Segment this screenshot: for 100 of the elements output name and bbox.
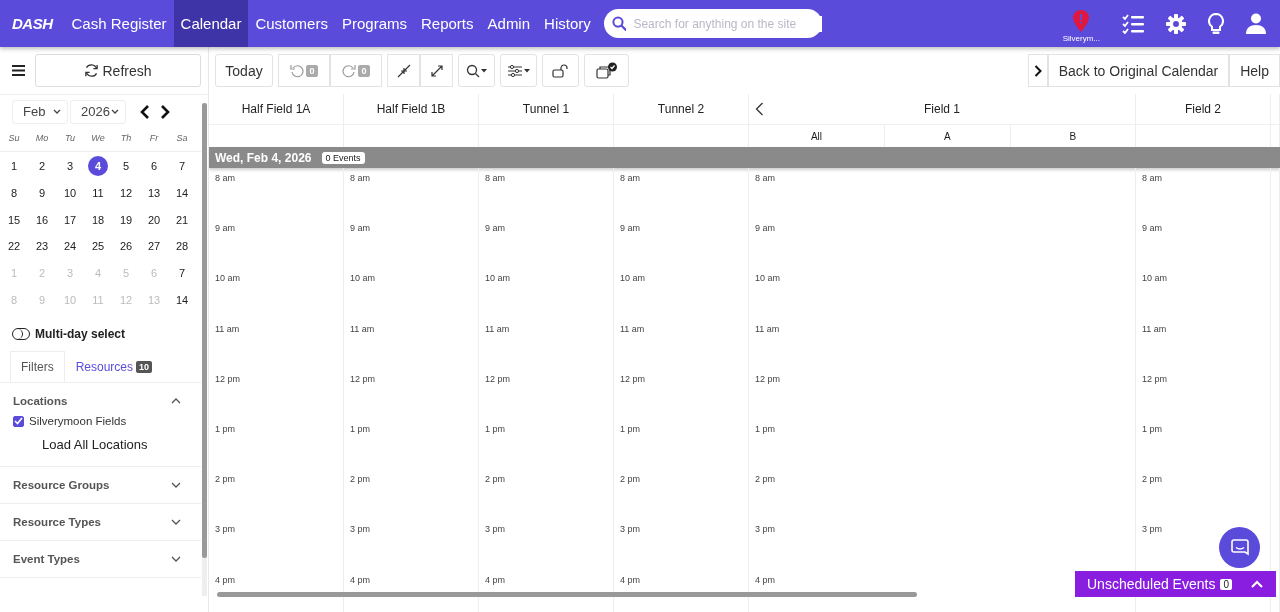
calendar-day[interactable]: 7: [168, 153, 196, 180]
calendar-day[interactable]: 14: [168, 179, 196, 207]
time-label: 9 am: [485, 223, 505, 234]
back-to-original-calendar-button[interactable]: Back to Original Calendar: [1047, 54, 1230, 87]
calendar-day[interactable]: 21: [168, 206, 196, 234]
calendar-day[interactable]: 19: [112, 206, 140, 234]
time-label: 10 am: [1142, 273, 1167, 284]
calendar-day[interactable]: 26: [112, 233, 140, 260]
next-month-icon[interactable]: [160, 104, 170, 119]
time-label: 1 pm: [620, 423, 640, 434]
settings-icon[interactable]: [1166, 13, 1186, 34]
chevron-up-icon: [1251, 580, 1263, 588]
tab[interactable]: Filters: [10, 351, 65, 383]
month-select[interactable]: Feb: [12, 99, 68, 124]
weekday-label: Th: [119, 133, 133, 143]
collapse-button[interactable]: [387, 54, 420, 87]
nav-link[interactable]: History: [537, 0, 598, 47]
time-label: 9 am: [620, 223, 640, 234]
time-label: 12 pm: [215, 373, 240, 384]
scrollbar[interactable]: [202, 103, 207, 596]
lightbulb-icon[interactable]: [1208, 12, 1224, 35]
logo[interactable]: DASH: [0, 15, 65, 32]
calendar-day[interactable]: 20: [140, 206, 168, 234]
checklist-icon[interactable]: [1122, 13, 1144, 34]
magnifier-caret-icon: [465, 63, 488, 78]
time-label: 1 pm: [350, 423, 370, 434]
time-label: 8 am: [620, 173, 640, 183]
location-button[interactable]: Silverym...: [1062, 10, 1100, 43]
nav-link[interactable]: Admin: [480, 0, 538, 47]
calendar-day[interactable]: 24: [56, 233, 84, 260]
calendar-day[interactable]: 12: [112, 179, 140, 207]
time-label: 11 am: [1142, 323, 1167, 334]
calendar-day[interactable]: 18: [84, 206, 112, 234]
refresh-button[interactable]: Refresh: [35, 54, 201, 87]
menu-icon[interactable]: [12, 65, 25, 76]
calendar-day[interactable]: 25: [84, 233, 112, 260]
nav-link[interactable]: Calendar: [173, 0, 249, 47]
resource-column-header: Field 2: [1185, 102, 1221, 116]
calendar-day[interactable]: 6: [140, 153, 168, 180]
chevron-down-icon: [53, 109, 61, 114]
calendar-day[interactable]: 22: [0, 233, 28, 260]
filter-section-header[interactable]: Resource Groups: [0, 467, 201, 504]
time-label: 2 pm: [1142, 474, 1162, 485]
expand-button[interactable]: [420, 54, 453, 87]
calendar-day[interactable]: 17: [56, 206, 84, 234]
filter-section-header[interactable]: Resource Types: [0, 504, 201, 541]
time-label: 2 pm: [350, 474, 370, 485]
time-label: 9 am: [755, 223, 775, 234]
calendar-day[interactable]: 23: [28, 233, 56, 260]
time-label: 3 pm: [215, 524, 235, 535]
previous-resource-icon[interactable]: [755, 102, 764, 116]
expand-arrows-icon: [429, 63, 444, 78]
resource-column-header: Half Field 1A: [241, 102, 311, 116]
calendar-day[interactable]: 11: [84, 179, 112, 207]
search-field[interactable]: Search for anything on the site: [603, 9, 822, 38]
zoom-dropdown-button[interactable]: [458, 54, 495, 87]
time-label: 3 pm: [350, 524, 370, 535]
calendar-day[interactable]: 2: [28, 153, 56, 180]
time-label: 4 pm: [620, 574, 640, 585]
lock-button[interactable]: [542, 54, 579, 87]
time-label: 10 am: [755, 273, 780, 284]
calendar-day[interactable]: 9: [28, 179, 56, 207]
expand-panel-button[interactable]: [1027, 54, 1048, 87]
calendar-day[interactable]: 16: [28, 206, 56, 234]
previous-month-icon[interactable]: [140, 104, 150, 119]
time-label: 4 pm: [350, 574, 370, 585]
chat-bubble-icon: [1230, 538, 1249, 557]
time-label: 3 pm: [620, 524, 640, 535]
unscheduled-events-button[interactable]: Unscheduled Events 0: [1075, 571, 1276, 597]
calendar-day[interactable]: 1: [0, 153, 28, 180]
chevron-icon: [171, 398, 181, 405]
nav-link[interactable]: Reports: [414, 0, 481, 47]
checkbox[interactable]: [13, 415, 24, 427]
calendar-day[interactable]: 10: [56, 179, 84, 207]
redo-icon: [342, 63, 357, 78]
filter-section-header[interactable]: Event Types: [0, 541, 201, 578]
calendar-day[interactable]: 28: [168, 233, 196, 260]
chat-button[interactable]: [1219, 527, 1260, 568]
tab[interactable]: Resources 10: [64, 351, 164, 383]
year-select[interactable]: 2026: [70, 99, 126, 124]
calendar-day[interactable]: 13: [140, 179, 168, 207]
layers-button[interactable]: [584, 54, 629, 87]
calendar-day[interactable]: 4: [88, 156, 108, 176]
map-pin-icon: [1073, 10, 1090, 32]
nav-link[interactable]: Customers: [248, 0, 335, 47]
calendar-day[interactable]: 3: [56, 153, 84, 180]
nav-link[interactable]: Programs: [334, 0, 414, 47]
today-button[interactable]: Today: [215, 54, 273, 87]
calendar-day[interactable]: 5: [112, 153, 140, 180]
calendar-day[interactable]: 15: [0, 206, 28, 234]
nav-link[interactable]: Cash Register: [64, 0, 174, 47]
user-icon[interactable]: [1246, 13, 1266, 34]
calendar-day[interactable]: 7: [168, 259, 196, 287]
filter-dropdown-button[interactable]: [500, 54, 537, 87]
calendar-day[interactable]: 14: [168, 286, 196, 314]
weekday-label: Mo: [34, 133, 50, 143]
calendar-day[interactable]: 27: [140, 233, 168, 260]
calendar-day[interactable]: 8: [0, 179, 28, 207]
load-all-locations-button[interactable]: Load All Locations: [34, 433, 156, 457]
help-button[interactable]: Help: [1229, 54, 1280, 87]
